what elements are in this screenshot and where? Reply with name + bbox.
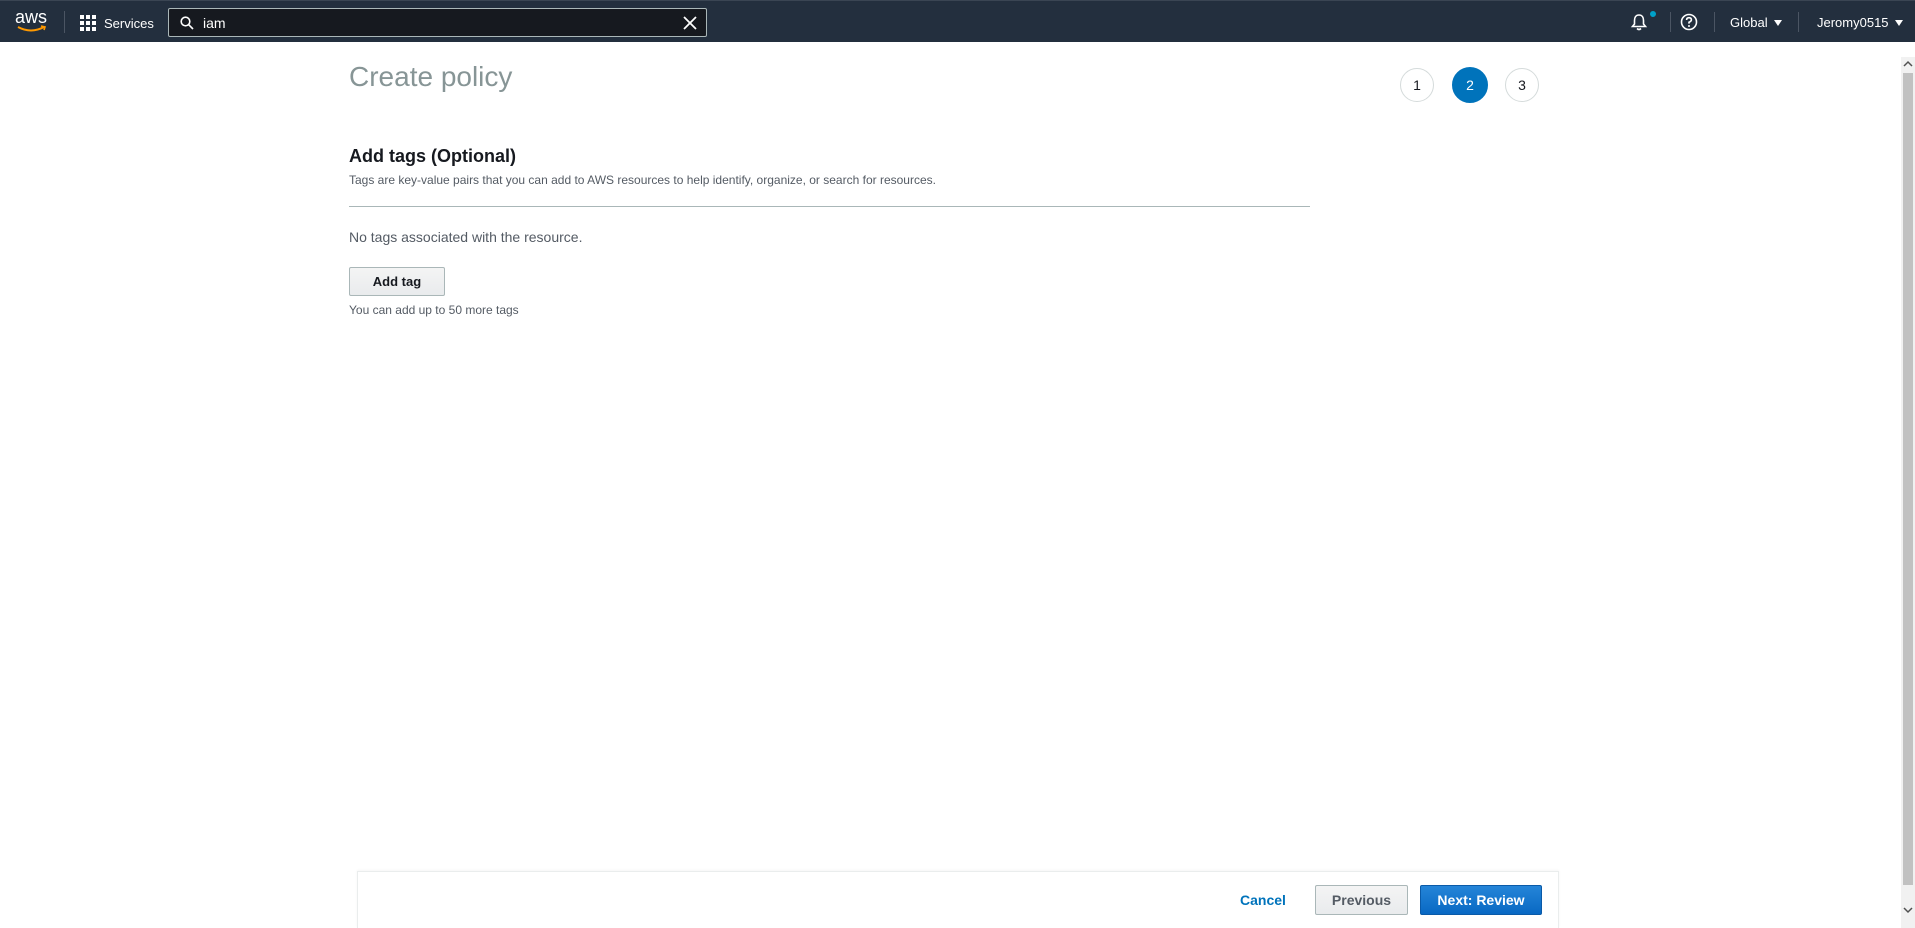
grid-icon [80,15,96,31]
nav-divider [64,11,65,33]
add-tag-button[interactable]: Add tag [349,267,445,296]
scroll-up-icon[interactable] [1901,57,1915,71]
region-selector[interactable]: Global [1730,15,1782,30]
aws-smile-icon [17,25,47,32]
nav-divider [1714,12,1715,32]
region-label: Global [1730,15,1768,30]
section-title: Add tags (Optional) [349,146,516,166]
caret-down-icon [1894,19,1903,26]
tag-limit-hint: You can add up to 50 more tags [349,303,519,317]
step-3: 3 [1505,68,1539,102]
account-menu[interactable]: Jeromy0515 [1817,15,1903,30]
nav-divider [1798,12,1799,32]
search-icon [180,16,194,30]
help-icon[interactable] [1680,13,1698,31]
aws-logo-text: aws [15,7,48,27]
top-navigation-bar: aws Services iam Global Jeromy0515 [0,0,1915,42]
cancel-button[interactable]: Cancel [1240,892,1286,908]
services-label: Services [104,15,154,31]
scroll-down-icon[interactable] [1901,903,1915,917]
notification-dot [1650,11,1656,17]
caret-down-icon [1773,19,1782,26]
close-icon[interactable] [683,16,697,30]
nav-divider [1670,12,1671,32]
section-divider [349,206,1310,207]
search-input[interactable] [203,12,663,33]
services-menu-button[interactable]: Services [80,13,154,33]
next-review-button[interactable]: Next: Review [1420,885,1542,915]
step-2-current: 2 [1452,67,1488,103]
previous-button[interactable]: Previous [1315,885,1408,915]
page-title: Create policy [349,61,513,92]
step-1: 1 [1400,68,1434,102]
scrollbar-thumb[interactable] [1903,73,1913,885]
search-box[interactable] [168,8,707,37]
bell-icon[interactable] [1630,13,1648,31]
empty-tags-message: No tags associated with the resource. [349,229,583,245]
aws-logo[interactable]: aws [15,8,51,34]
account-label: Jeromy0515 [1817,15,1889,30]
section-description: Tags are key-value pairs that you can ad… [349,173,936,187]
